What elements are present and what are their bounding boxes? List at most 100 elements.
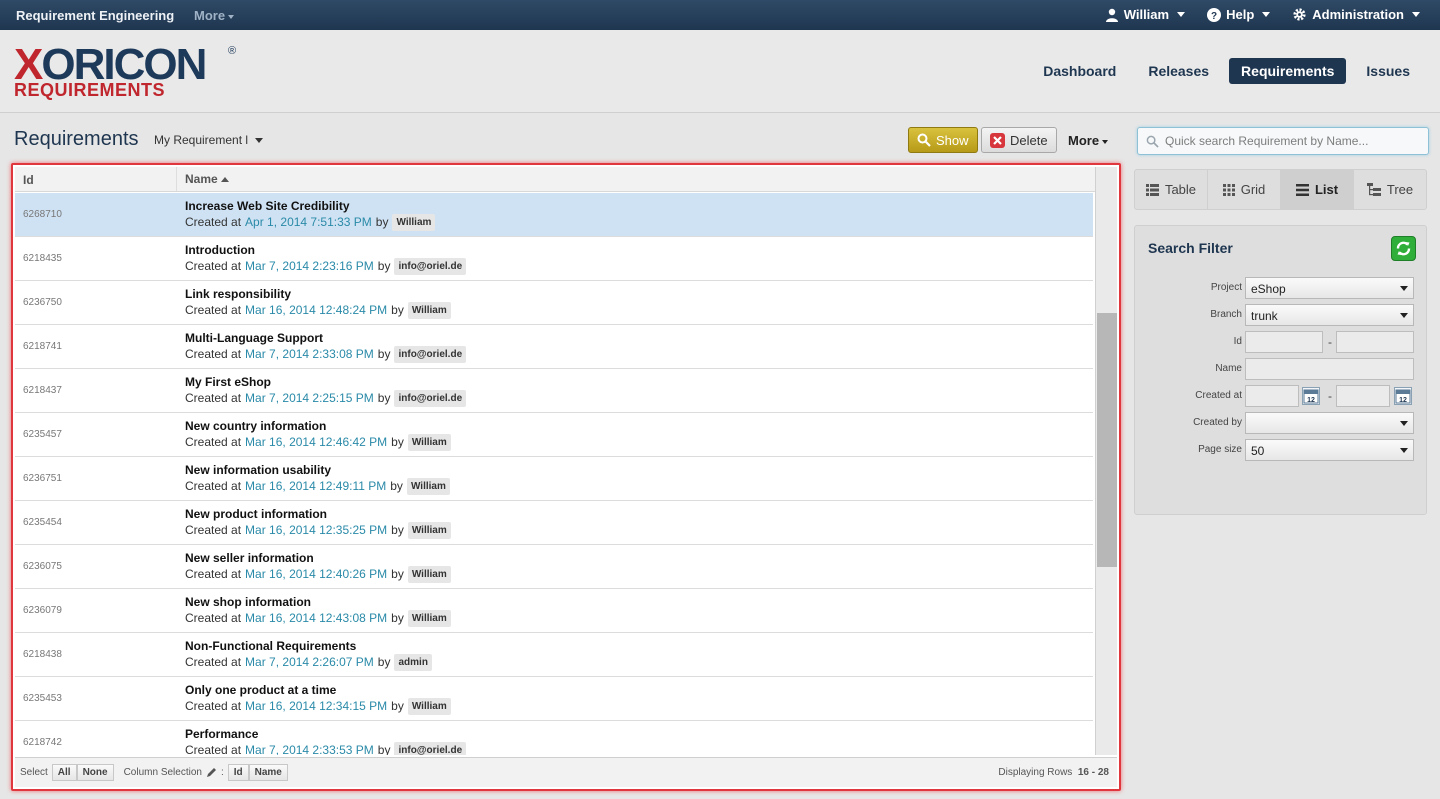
created-date: Mar 7, 2014 2:26:07 PM <box>245 655 374 669</box>
help-menu[interactable]: ? Help <box>1207 7 1271 22</box>
requirement-name[interactable]: New country information <box>185 419 451 434</box>
registered-mark: ® <box>228 45 237 57</box>
by-label: by <box>391 699 404 713</box>
select-all-button[interactable]: All <box>51 764 77 781</box>
column-chip-id[interactable]: Id <box>227 764 249 781</box>
svg-text:12: 12 <box>1399 397 1407 404</box>
by-label: by <box>377 391 391 405</box>
rows-range: 16 - 28 <box>1077 767 1109 778</box>
column-header-id[interactable]: Id <box>15 167 177 191</box>
created-at-label: Created at <box>185 743 242 755</box>
nav-requirements[interactable]: Requirements <box>1229 58 1347 84</box>
column-chip-name[interactable]: Name <box>248 764 288 781</box>
list-item[interactable]: 6218435 Introduction Created at Mar 7, 2014… <box>15 237 1093 281</box>
nav-dashboard[interactable]: Dashboard <box>1031 58 1128 84</box>
created-to-input[interactable] <box>1336 385 1390 407</box>
list-item[interactable]: 6218742 Performance Created at Mar 7, 2014 … <box>15 721 1093 755</box>
list-item[interactable]: 6236079 New shop information Created at Mar… <box>15 589 1093 633</box>
show-button[interactable]: Show <box>908 127 978 153</box>
requirement-name[interactable]: My First eShop <box>185 375 466 390</box>
requirement-name[interactable]: New seller information <box>185 551 451 566</box>
help-icon: ? <box>1207 7 1222 22</box>
name-label: Name <box>1215 363 1242 374</box>
chevron-down-icon <box>1262 12 1271 17</box>
calendar-icon[interactable]: 12 <box>1302 387 1320 405</box>
requirement-name[interactable]: Non-Functional Requirements <box>185 639 432 654</box>
tab-tree-view[interactable]: Tree <box>1354 170 1426 209</box>
requirement-name[interactable]: Performance <box>185 727 466 742</box>
created-at-label: Created at <box>185 655 242 669</box>
by-label: by <box>377 347 391 361</box>
requirement-body: Link responsibility Created at Mar 16, 201… <box>185 281 451 324</box>
more-actions-menu[interactable]: More <box>1068 133 1109 148</box>
list-item[interactable]: 6236075 New seller information Created at M… <box>15 545 1093 589</box>
app-title[interactable]: Requirement Engineering <box>16 8 174 23</box>
top-more-menu[interactable]: More <box>194 8 235 23</box>
requirement-name[interactable]: Multi-Language Support <box>185 331 466 346</box>
nav-issues[interactable]: Issues <box>1354 58 1422 84</box>
requirement-name[interactable]: Only one product at a time <box>185 683 451 698</box>
list-item[interactable]: 6268710 Increase Web Site Credibility Crea… <box>15 193 1093 237</box>
requirement-id: 6236079 <box>23 605 62 616</box>
project-select[interactable]: eShop <box>1245 277 1414 299</box>
column-header-name[interactable]: Name <box>177 167 237 191</box>
user-menu[interactable]: William <box>1105 7 1186 22</box>
tab-table-view[interactable]: Table <box>1135 170 1208 209</box>
list-item[interactable]: 6235454 New product information Created at… <box>15 501 1093 545</box>
select-none-button[interactable]: None <box>76 764 114 781</box>
list-item[interactable]: 6218438 Non-Functional Requirements Create… <box>15 633 1093 677</box>
list-item[interactable]: 6235453 Only one product at a time Created… <box>15 677 1093 721</box>
created-at-label: Created at <box>185 391 242 405</box>
list-item[interactable]: 6235457 New country information Created at… <box>15 413 1093 457</box>
delete-button[interactable]: Delete <box>981 127 1057 153</box>
tree-icon <box>1366 183 1381 196</box>
tab-grid-view[interactable]: Grid <box>1208 170 1281 209</box>
refresh-filter-button[interactable] <box>1391 236 1416 261</box>
requirement-meta: Created at Mar 16, 2014 12:43:08 PM by Will… <box>185 610 451 627</box>
by-label: by <box>391 567 404 581</box>
list-item[interactable]: 6218437 My First eShop Created at Mar 7, 20… <box>15 369 1093 413</box>
list-item[interactable]: 6236751 New information usability Created … <box>15 457 1093 501</box>
requirement-name[interactable]: Introduction <box>185 243 466 258</box>
created-from-input[interactable] <box>1245 385 1299 407</box>
nav-releases[interactable]: Releases <box>1136 58 1221 84</box>
administration-menu[interactable]: Administration <box>1292 7 1420 22</box>
requirement-name[interactable]: Link responsibility <box>185 287 451 302</box>
requirement-name[interactable]: New shop information <box>185 595 451 610</box>
requirement-id: 6218435 <box>23 253 62 264</box>
user-badge: admin <box>394 654 432 671</box>
calendar-icon[interactable]: 12 <box>1394 387 1412 405</box>
list-item[interactable]: 6218741 Multi-Language Support Created at M… <box>15 325 1093 369</box>
requirement-name[interactable]: Increase Web Site Credibility <box>185 199 435 214</box>
chevron-down-icon <box>1177 12 1186 17</box>
view-select[interactable]: My Requirement l <box>154 133 264 147</box>
requirement-body: Increase Web Site Credibility Created at A… <box>185 193 436 236</box>
name-input[interactable] <box>1245 358 1414 380</box>
requirement-meta: Created at Mar 16, 2014 12:34:15 PM by Will… <box>185 698 451 715</box>
list-item[interactable]: 6236750 Link responsibility Created at Mar … <box>15 281 1093 325</box>
requirement-id: 6235454 <box>23 517 62 528</box>
requirement-name[interactable]: New information usability <box>185 463 450 478</box>
created-date: Mar 7, 2014 2:25:15 PM <box>245 391 374 405</box>
requirement-body: New product information Created at Mar 16,… <box>185 501 451 544</box>
header: XORICON ® REQUIREMENTS Dashboard Release… <box>0 30 1440 113</box>
chevron-down-icon <box>1412 12 1420 17</box>
branch-select[interactable]: trunk <box>1245 304 1414 326</box>
table-header: Id Name <box>15 167 1095 192</box>
chevron-down-icon <box>1400 448 1408 453</box>
tab-list-view[interactable]: List <box>1281 170 1354 209</box>
page-size-select[interactable]: 50 <box>1245 439 1414 461</box>
user-badge: William <box>407 434 451 451</box>
quick-search-input[interactable] <box>1165 134 1415 148</box>
requirement-name[interactable]: New product information <box>185 507 451 522</box>
created-by-select[interactable] <box>1245 412 1414 434</box>
created-at-label: Created at <box>185 215 242 229</box>
search-icon <box>1146 135 1159 148</box>
scrollbar-thumb[interactable] <box>1097 313 1117 567</box>
quick-search <box>1137 127 1429 155</box>
id-from-input[interactable] <box>1245 331 1323 353</box>
xoricon-logo[interactable]: XORICON ® REQUIREMENTS <box>14 43 244 101</box>
id-to-input[interactable] <box>1336 331 1414 353</box>
pencil-icon[interactable] <box>206 767 217 778</box>
grid-icon <box>1222 183 1235 196</box>
